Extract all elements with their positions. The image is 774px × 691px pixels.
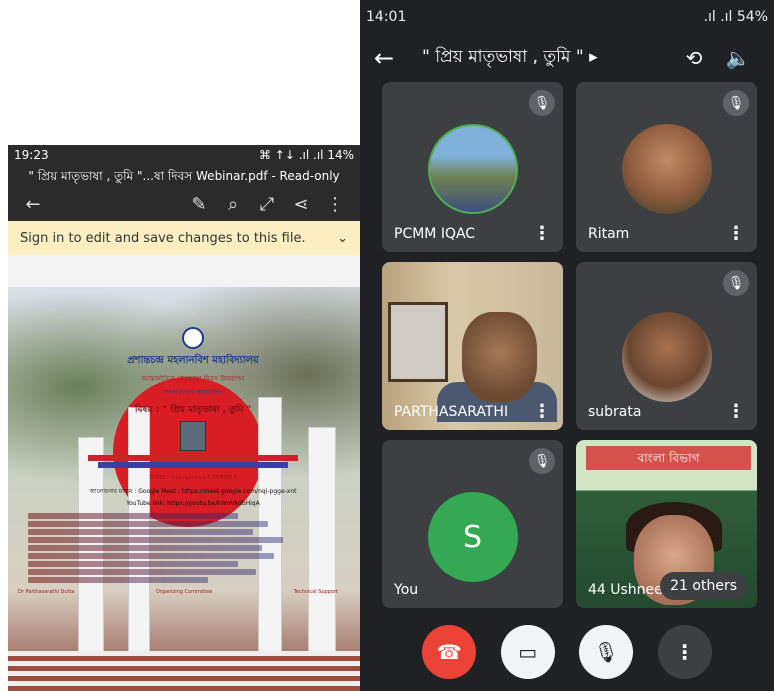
speaker-name-bar xyxy=(88,455,298,461)
event-name: আন্তর্জাতিক মাতৃভাষা দিবস উদযাপন xyxy=(141,375,245,383)
status-bar: 19:23 ⌘ ↑↓ .ıl .ıl 14% xyxy=(8,145,360,165)
more-vert-icon[interactable]: ⋮ xyxy=(533,223,551,244)
call-header: ← " প্রিয় মাতৃভাষা , তুমি " ▸ ⟲ 🔈 xyxy=(360,34,774,82)
monument-steps xyxy=(8,651,360,691)
more-vert-icon: ⋮ xyxy=(674,640,695,664)
more-options-button[interactable]: ⋮ xyxy=(657,625,712,679)
speaker-detail-bar xyxy=(98,462,288,468)
sig-right: Technical Support xyxy=(293,589,338,595)
status-time: 14:01 xyxy=(366,9,407,25)
participant-tile[interactable]: PARTHASARATHI ⋮ xyxy=(382,262,563,430)
participant-name: 44 Ushnees xyxy=(588,582,671,598)
sign-in-text: Sign in to edit and save changes to this… xyxy=(20,230,306,246)
topic-line: বিষয় : " প্রিয় মাতৃভাষা , তুমি " xyxy=(134,405,252,415)
pdf-toolbar: ← ✎ ⌕ ⤢ ⋖ ⋮ xyxy=(8,187,360,221)
organizer-line: বাংলা বিভাগ আয়োজিত xyxy=(163,389,223,396)
more-vert-icon[interactable]: ⋮ xyxy=(727,401,745,422)
share-icon[interactable]: ⋖ xyxy=(284,194,318,215)
participant-tile[interactable]: 🎙 subrata ⋮ xyxy=(576,262,757,430)
end-call-button[interactable]: ☎ xyxy=(422,625,477,679)
sig-left: Dr Parthasarathi Dutta xyxy=(18,589,75,595)
pdf-viewer-screenshot: 19:23 ⌘ ↑↓ .ıl .ıl 14% " প্রিয় মাতৃভাষা… xyxy=(8,145,360,691)
sig-mid: Organizing Committee xyxy=(155,589,213,595)
more-vert-icon[interactable]: ⋮ xyxy=(533,401,551,422)
battery-level: 54% xyxy=(736,9,768,25)
mic-off-icon: 🎙 xyxy=(593,640,619,664)
date-line: তারিখ : ২১/০২/২০২২ ( সোমবার ) xyxy=(149,474,237,481)
fullscreen-icon[interactable]: ⤢ xyxy=(250,194,284,215)
camera-toggle-button[interactable]: ▭ xyxy=(500,625,555,679)
sign-in-banner[interactable]: Sign in to edit and save changes to this… xyxy=(8,221,360,255)
status-icons: ⌘ ↑↓ .ıl .ıl 14% xyxy=(258,148,354,162)
avatar: S xyxy=(427,492,518,582)
others-count-chip[interactable]: 21 others xyxy=(660,572,747,600)
avatar xyxy=(621,312,712,402)
mic-toggle-button[interactable]: 🎙 xyxy=(579,625,634,679)
signature-row: Dr Parthasarathi Dutta Organizing Commit… xyxy=(18,589,338,595)
more-vert-icon[interactable]: ⋮ xyxy=(318,194,352,215)
participant-name: You xyxy=(394,582,419,598)
document-title: " প্রিয় মাতৃভাষা , তুমি "...ষা দিবস Web… xyxy=(8,165,360,187)
participant-name: PCMM IQAC xyxy=(394,226,476,242)
wall-portrait xyxy=(388,302,448,382)
speaker-icon[interactable]: 🔈 xyxy=(716,46,760,70)
back-arrow-icon[interactable]: ← xyxy=(16,194,50,215)
phone-hangup-icon: ☎ xyxy=(436,640,462,664)
status-icons: .ıl .ıl 54% xyxy=(703,9,768,25)
mic-off-icon: 🎙 xyxy=(723,270,749,296)
college-logo-icon xyxy=(182,327,204,349)
avatar xyxy=(621,124,712,214)
platform-line: আলোচনার মাধ্যম : Google Meet : https://m… xyxy=(89,488,297,495)
status-bar: 14:01 .ıl .ıl 54% xyxy=(360,0,774,34)
college-name: প্রশান্তচন্দ্র মহলানবিশ মহাবিদ্যালয় xyxy=(127,355,259,366)
avatar xyxy=(427,124,518,214)
switch-camera-icon[interactable]: ⟲ xyxy=(672,46,716,70)
poster-content: প্রশান্তচন্দ্র মহলানবিশ মহাবিদ্যালয় আন্… xyxy=(18,327,338,595)
back-arrow-icon[interactable]: ← xyxy=(374,44,422,72)
mic-off-icon: 🎙 xyxy=(529,448,555,474)
participant-tile[interactable]: বাংলা বিভাগ 44 Ushnees 21 others xyxy=(576,440,757,608)
edit-icon[interactable]: ✎ xyxy=(182,194,216,215)
call-controls: ☎ ▭ 🎙 ⋮ xyxy=(360,625,774,679)
more-vert-icon[interactable]: ⋮ xyxy=(727,223,745,244)
chevron-down-icon[interactable]: ⌄ xyxy=(337,231,348,246)
participant-name: subrata xyxy=(588,404,642,420)
battery-level: 14% xyxy=(327,148,354,162)
participant-name: Ritam xyxy=(588,226,630,242)
speaker-photo xyxy=(180,421,206,451)
search-icon[interactable]: ⌕ xyxy=(216,194,250,215)
pdf-page[interactable]: প্রশান্তচন্দ্র মহলানবিশ মহাবিদ্যালয় আন্… xyxy=(8,287,360,691)
participant-name: PARTHASARATHI xyxy=(394,404,509,420)
participant-tile[interactable]: 🎙 PCMM IQAC ⋮ xyxy=(382,82,563,252)
participant-tile[interactable]: 🎙 Ritam ⋮ xyxy=(576,82,757,252)
status-time: 19:23 xyxy=(14,148,49,162)
participant-tile-self[interactable]: 🎙 S You xyxy=(382,440,563,608)
video-off-icon: ▭ xyxy=(518,640,538,664)
meeting-title[interactable]: " প্রিয় মাতৃভাষা , তুমি " ▸ xyxy=(422,44,672,72)
wall-banner: বাংলা বিভাগ xyxy=(586,446,751,470)
youtube-line: YouTube link: https://youtu.be/kWnVkdbHi… xyxy=(126,500,260,507)
page-gap xyxy=(8,255,360,287)
participant-face xyxy=(462,312,537,402)
meet-call-screenshot: 14:01 .ıl .ıl 54% ← " প্রিয় মাতৃভাষা , … xyxy=(360,0,774,691)
program-schedule xyxy=(28,513,328,583)
mic-off-icon: 🎙 xyxy=(529,90,555,116)
mic-off-icon: 🎙 xyxy=(723,90,749,116)
